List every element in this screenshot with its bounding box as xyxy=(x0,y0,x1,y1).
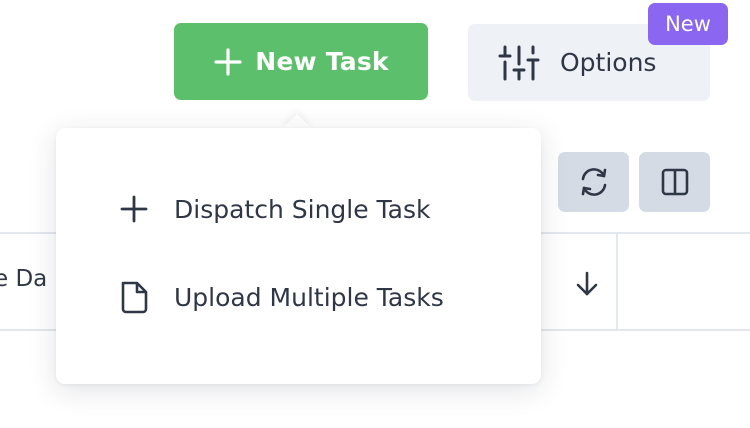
column-divider[interactable] xyxy=(616,234,618,329)
new-task-button[interactable]: New Task xyxy=(174,23,428,100)
new-badge-text: New xyxy=(665,12,711,36)
file-icon xyxy=(121,281,148,314)
new-badge: New xyxy=(648,3,728,45)
menu-item-label: Upload Multiple Tasks xyxy=(174,282,444,312)
column-header-label[interactable]: e Da xyxy=(0,266,47,292)
plus-icon xyxy=(214,47,242,76)
sliders-icon xyxy=(498,45,540,80)
menu-item-upload-multiple-tasks[interactable]: Upload Multiple Tasks xyxy=(116,278,444,316)
new-task-label: New Task xyxy=(255,47,389,76)
menu-item-label: Dispatch Single Task xyxy=(174,194,431,224)
new-task-dropdown-menu: Dispatch Single Task Upload Multiple Tas… xyxy=(56,128,541,384)
plus-icon xyxy=(120,195,148,223)
columns-toggle-button[interactable] xyxy=(639,152,710,212)
columns-icon xyxy=(661,168,688,196)
refresh-icon xyxy=(581,168,606,196)
refresh-button[interactable] xyxy=(558,152,629,212)
arrow-down-icon[interactable] xyxy=(573,268,601,300)
menu-item-dispatch-single-task[interactable]: Dispatch Single Task xyxy=(116,190,431,228)
options-label: Options xyxy=(560,48,657,77)
